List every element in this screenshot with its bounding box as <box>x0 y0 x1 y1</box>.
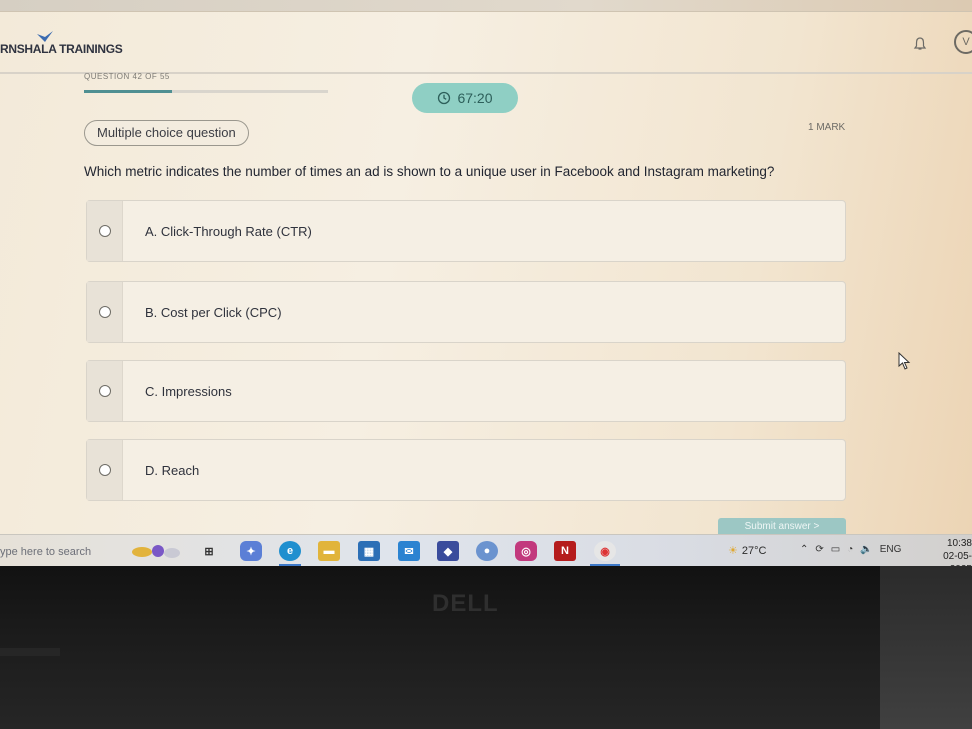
bezel-edge <box>0 648 60 656</box>
timer-badge: 67:20 <box>412 83 518 113</box>
sync-icon[interactable]: ⟳ <box>815 544 823 555</box>
option-label: D. Reach <box>145 462 200 478</box>
weather-sun-icon: ☀ <box>728 545 738 557</box>
radio-button[interactable] <box>98 225 111 237</box>
option-b[interactable]: B. Cost per Click (CPC) <box>86 281 846 343</box>
mouse-cursor-icon <box>898 352 911 370</box>
option-c[interactable]: C. Impressions <box>86 360 846 422</box>
taskbar-clock[interactable]: 10:38 02-05-2025 <box>922 537 972 566</box>
volume-icon[interactable]: 🔈 <box>860 544 872 555</box>
bell-icon[interactable] <box>912 36 928 52</box>
settings-icon[interactable]: ● <box>476 541 498 561</box>
progress-bar-fill <box>84 90 172 93</box>
app-icon[interactable]: ◆ <box>437 541 459 561</box>
clock-icon <box>438 91 451 105</box>
netflix-icon[interactable]: N <box>554 541 576 561</box>
taskbar-time: 10:38 <box>946 538 972 549</box>
store-icon[interactable]: ▦ <box>358 541 380 561</box>
radio-button[interactable] <box>98 385 111 397</box>
option-a[interactable]: A. Click-Through Rate (CTR) <box>86 200 846 262</box>
instagram-icon[interactable]: ◎ <box>515 541 537 561</box>
system-tray: ⌃ ⟳ ▭ ◔ 🔈 ENG <box>800 544 901 555</box>
weather-temperature: 27°C <box>741 544 767 557</box>
user-avatar[interactable]: V <box>954 30 972 54</box>
question-marks: 1 MARK <box>808 122 846 133</box>
file-explorer-icon[interactable]: ▬ <box>318 541 340 561</box>
language-indicator[interactable]: ENG <box>880 544 902 555</box>
app-header: RNSHALA TRAININGS V <box>0 12 972 74</box>
question-progress-label: QUESTION 42 OF 55 <box>84 72 170 81</box>
option-label: B. Cost per Click (CPC) <box>145 304 282 320</box>
chrome-icon[interactable]: ◉ <box>594 541 616 561</box>
timer-value: 67:20 <box>457 90 493 106</box>
weather-widget[interactable]: ☀ 27°C <box>728 544 767 558</box>
bezel-shadow <box>880 566 972 729</box>
edge-browser-icon[interactable]: e <box>279 541 301 561</box>
search-highlight-icon[interactable] <box>128 541 184 561</box>
option-label: C. Impressions <box>145 383 232 399</box>
option-d[interactable]: D. Reach <box>86 439 846 501</box>
windows-taskbar: ype here to search ⊞ ✦ e ▬ ▦ ✉ ◆ ● ◎ N ◉… <box>0 534 972 566</box>
chevron-up-icon[interactable]: ⌃ <box>800 544 808 555</box>
radio-button[interactable] <box>98 306 111 318</box>
progress-bar <box>84 90 328 93</box>
browser-tab-strip <box>0 0 972 12</box>
task-view-icon[interactable]: ⊞ <box>198 541 220 561</box>
wifi-icon[interactable]: ◔ <box>847 544 853 555</box>
dell-logo: DELL <box>432 590 499 617</box>
brand-bird-icon <box>37 31 53 42</box>
widgets-icon[interactable]: ✦ <box>240 541 262 561</box>
option-label: A. Click-Through Rate (CTR) <box>145 223 312 239</box>
question-text: Which metric indicates the number of tim… <box>84 164 775 179</box>
radio-button[interactable] <box>98 464 111 476</box>
battery-icon[interactable]: ▭ <box>831 544 840 555</box>
screen: RNSHALA TRAININGS V QUESTION 42 OF 55 67… <box>0 0 972 566</box>
taskbar-search-input[interactable]: ype here to search <box>0 535 118 566</box>
mail-icon[interactable]: ✉ <box>398 541 420 561</box>
question-type-chip: Multiple choice question <box>84 120 249 146</box>
taskbar-date: 02-05-2025 <box>943 551 972 566</box>
brand-logo-text: RNSHALA TRAININGS <box>0 42 123 56</box>
